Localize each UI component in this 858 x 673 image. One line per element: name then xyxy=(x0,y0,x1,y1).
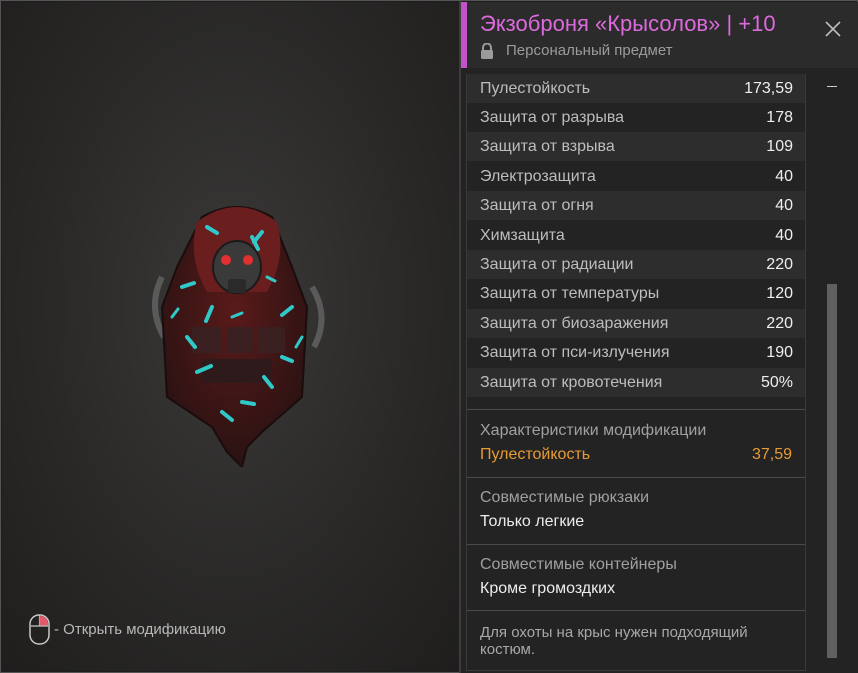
item-description: Для охоты на крыс нужен подходящий костю… xyxy=(480,624,748,658)
stat-value: 40 xyxy=(775,167,793,185)
stat-value: 220 xyxy=(766,255,793,273)
close-icon[interactable] xyxy=(824,20,842,38)
lock-icon xyxy=(481,42,493,59)
stat-label: Защита от кровотечения xyxy=(480,373,663,391)
backpacks-section: Совместимые рюкзаки Только легкие xyxy=(467,477,805,544)
armor-image xyxy=(151,206,325,467)
stat-value: 173,59 xyxy=(744,79,793,97)
stat-label: Пулестойкость xyxy=(480,79,591,97)
open-modification-hint: - Открыть модификацию xyxy=(29,614,226,645)
modification-section: Характеристики модификации Пулестойкость… xyxy=(467,409,805,477)
stat-value: 50% xyxy=(760,373,793,391)
stat-value: 178 xyxy=(766,108,793,126)
title-bar: Экзоброня «Крысолов» | +10 Персональный … xyxy=(461,2,858,68)
modification-stat-value: 37,59 xyxy=(751,446,792,463)
modification-header: Характеристики модификации xyxy=(480,422,707,439)
item-title: Экзоброня «Крысолов» | +10 xyxy=(480,11,776,36)
stat-row: Защита от взрыва 109 xyxy=(467,132,805,161)
stat-label: Защита от биозаражения xyxy=(480,314,669,332)
stat-value: 109 xyxy=(766,137,793,155)
modification-stat: Пулестойкость 37,59 xyxy=(480,446,792,464)
hint-text: - Открыть модификацию xyxy=(54,621,226,638)
stat-row: Защита от температуры 120 xyxy=(467,279,805,308)
item-preview: - Открыть модификацию xyxy=(2,2,459,671)
stat-label: Защита от радиации xyxy=(480,255,634,273)
stats-content: Пулестойкость 173,59 Защита от разрыва 1… xyxy=(466,74,806,671)
stat-label: Защита от огня xyxy=(480,196,594,214)
stat-row: Защита от огня 40 xyxy=(467,191,805,220)
subtitle-text: Персональный предмет xyxy=(506,42,673,59)
stat-row: Химзащита 40 xyxy=(467,221,805,250)
stat-label: Защита от взрыва xyxy=(480,137,615,155)
stat-label: Электрозащита xyxy=(480,167,596,185)
stat-label: Химзащита xyxy=(480,226,565,244)
stat-row: Пулестойкость 173,59 xyxy=(467,74,805,103)
mouse-icon xyxy=(29,614,50,645)
stat-value: 120 xyxy=(766,284,793,302)
scrollbar-thumb[interactable] xyxy=(827,284,837,658)
item-details-panel: Экзоброня «Крысолов» | +10 Персональный … xyxy=(461,2,858,673)
stat-row: Защита от разрыва 178 xyxy=(467,103,805,132)
stat-row: Защита от биозаражения 220 xyxy=(467,309,805,338)
scroll-up-mark xyxy=(827,86,837,87)
item-subtitle: Персональный предмет xyxy=(480,42,673,59)
description-section: Для охоты на крыс нужен подходящий костю… xyxy=(467,610,805,671)
stat-label: Защита от температуры xyxy=(480,284,660,302)
stat-label: Защита от разрыва xyxy=(480,108,625,126)
stat-value: 220 xyxy=(766,314,793,332)
stat-row: Защита от радиации 220 xyxy=(467,250,805,279)
containers-label: Совместимые контейнеры xyxy=(480,556,677,573)
stat-value: 40 xyxy=(775,196,793,214)
backpacks-label: Совместимые рюкзаки xyxy=(480,489,650,506)
backpacks-value: Только легкие xyxy=(480,513,585,530)
stat-label: Защита от пси-излучения xyxy=(480,343,670,361)
item-window: - Открыть модификацию Экзоброня «Крысоло… xyxy=(0,0,858,673)
stat-row: Защита от пси-излучения 190 xyxy=(467,338,805,367)
stat-value: 40 xyxy=(775,226,793,244)
modification-stat-label: Пулестойкость xyxy=(480,446,591,463)
stat-row: Электрозащита 40 xyxy=(467,162,805,191)
containers-section: Совместимые контейнеры Кроме громоздких xyxy=(467,544,805,610)
scrollbar[interactable] xyxy=(827,74,839,662)
stat-value: 190 xyxy=(766,343,793,361)
containers-value: Кроме громоздких xyxy=(480,580,616,597)
stat-row: Защита от кровотечения 50% xyxy=(467,368,805,397)
